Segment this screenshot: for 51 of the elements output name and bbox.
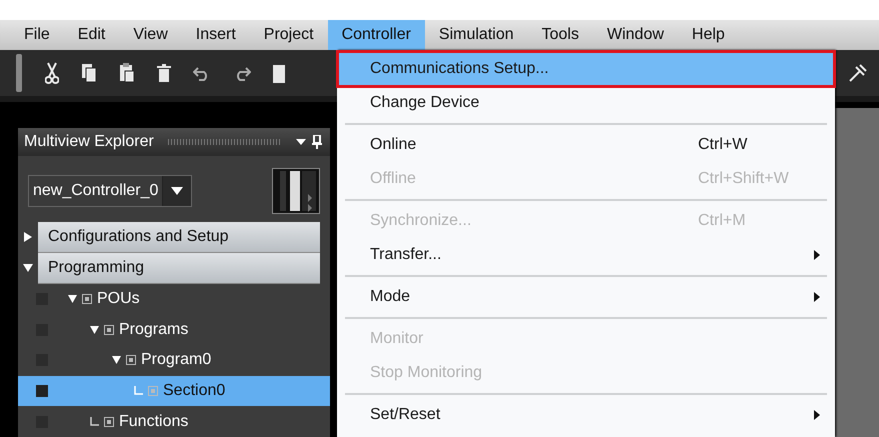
dropdown-arrow-icon[interactable]: [296, 138, 306, 145]
menu-item[interactable]: Insert: [182, 20, 250, 50]
scissors-icon[interactable]: [45, 62, 59, 84]
menu-option[interactable]: Communications Setup...: [338, 52, 834, 86]
tree-item[interactable]: Section0: [18, 376, 330, 406]
node-icon: [82, 294, 92, 304]
node-icon: [148, 386, 158, 396]
menu-item[interactable]: Help: [678, 20, 739, 50]
device-dropdown[interactable]: new_Controller_0: [28, 174, 192, 207]
menu-option[interactable]: Change Device: [338, 86, 834, 120]
menu-option[interactable]: Set/Reset: [338, 398, 834, 432]
menu-item[interactable]: Simulation: [424, 20, 528, 50]
menu-item[interactable]: View: [119, 20, 182, 50]
tree-branch-icon: [134, 386, 143, 396]
expanded-triangle-icon[interactable]: [23, 264, 33, 272]
tool-icon[interactable]: [848, 63, 868, 83]
copy-icon[interactable]: [81, 63, 97, 83]
menu-item[interactable]: Tools: [528, 20, 593, 50]
clipboard-icon[interactable]: [119, 63, 135, 83]
status-square-icon: [36, 384, 48, 397]
panel-title: Multiview Explorer: [24, 132, 154, 151]
menu-item[interactable]: File: [10, 20, 64, 50]
shortcut-text: Ctrl+W: [698, 136, 748, 154]
menu-item[interactable]: Controller: [328, 20, 425, 50]
tree-branch-icon: [90, 417, 99, 426]
shortcut-text: Ctrl+M: [698, 212, 747, 230]
tree-item[interactable]: Program0: [18, 345, 330, 376]
node-icon: [104, 416, 114, 427]
pin-icon[interactable]: [312, 134, 322, 149]
controller-device-icon: [272, 168, 320, 214]
menu-item[interactable]: Window: [592, 20, 678, 50]
section-header[interactable]: Programming: [38, 252, 320, 284]
menu-option[interactable]: Mode: [338, 280, 834, 314]
menu-item[interactable]: Edit: [64, 20, 120, 50]
trash-icon[interactable]: [157, 64, 171, 82]
tree-item[interactable]: Functions: [18, 406, 330, 437]
document-icon[interactable]: [273, 63, 285, 83]
shortcut-text: Ctrl+Shift+W: [698, 170, 790, 188]
node-icon: [126, 355, 136, 366]
collapsed-triangle-icon[interactable]: [24, 232, 32, 242]
section-header[interactable]: Configurations and Setup: [38, 222, 320, 253]
tree-item[interactable]: Programs: [18, 314, 330, 345]
tree-item[interactable]: POUs: [18, 284, 330, 314]
expanded-triangle-icon[interactable]: [112, 356, 121, 364]
expanded-triangle-icon[interactable]: [90, 326, 99, 334]
menu-option[interactable]: Online Ctrl+W: [338, 128, 834, 162]
menu-option[interactable]: Transfer...: [338, 238, 834, 272]
node-icon: [104, 324, 114, 335]
menu-item[interactable]: Project: [250, 20, 328, 50]
expanded-triangle-icon[interactable]: [68, 295, 77, 304]
dropdown-arrow-icon: [171, 186, 184, 195]
